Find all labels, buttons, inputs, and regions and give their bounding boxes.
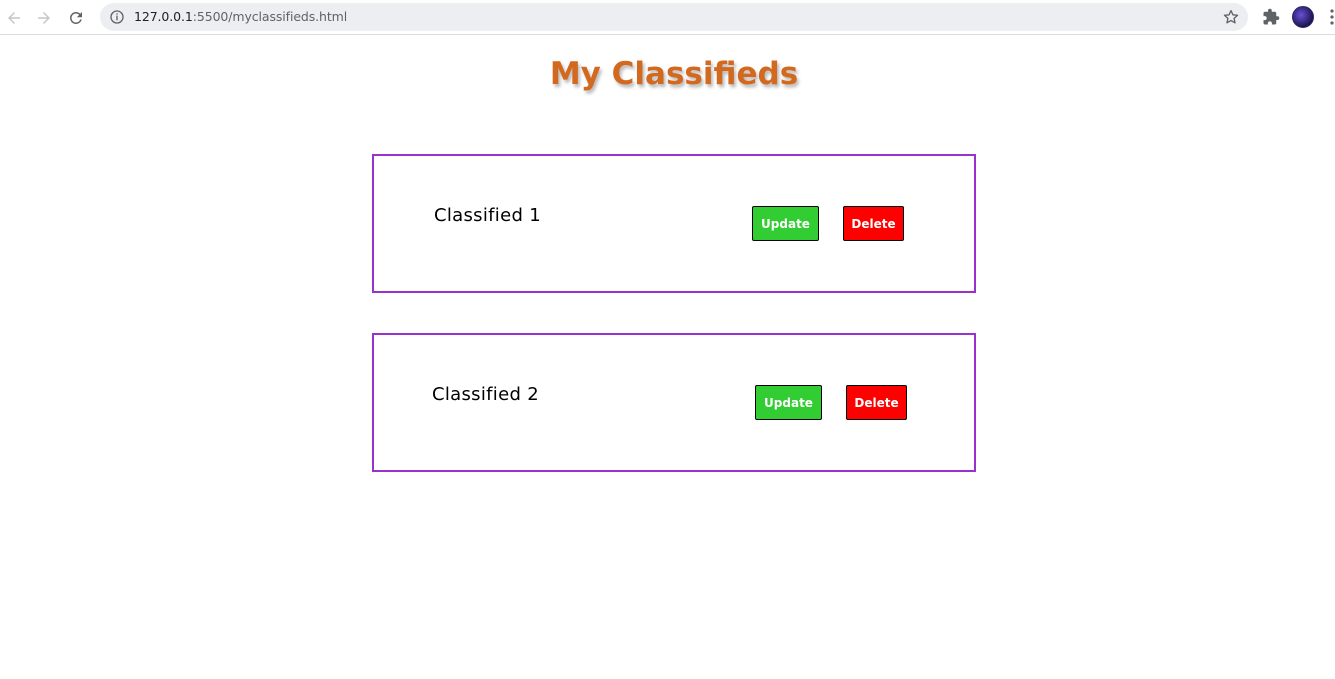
url-text[interactable]: 127.0.0.1:5500/myclassifieds.html (134, 9, 347, 24)
classified-card: Classified 2 Update Delete (372, 333, 976, 472)
url-host: 127.0.0.1 (134, 9, 193, 24)
browser-toolbar: 127.0.0.1:5500/myclassifieds.html (0, 0, 1335, 35)
update-button[interactable]: Update (752, 206, 819, 241)
back-arrow-icon[interactable] (2, 6, 26, 30)
classified-card: Classified 1 Update Delete (372, 154, 976, 293)
url-path: :5500/myclassifieds.html (192, 9, 348, 24)
avatar[interactable] (1292, 6, 1314, 28)
delete-button[interactable]: Delete (846, 385, 907, 420)
classified-title: Classified 1 (434, 205, 541, 226)
page-title: My Classifieds (549, 56, 799, 92)
more-vert-icon[interactable] (1330, 9, 1334, 25)
address-bar[interactable]: 127.0.0.1:5500/myclassifieds.html (100, 3, 1248, 31)
info-icon[interactable] (109, 9, 125, 25)
star-icon[interactable] (1222, 8, 1240, 26)
update-button[interactable]: Update (755, 385, 822, 420)
puzzle-icon[interactable] (1262, 8, 1280, 26)
delete-button[interactable]: Delete (843, 206, 904, 241)
reload-icon[interactable] (64, 6, 88, 30)
forward-arrow-icon[interactable] (32, 6, 56, 30)
classified-title: Classified 2 (432, 384, 539, 405)
